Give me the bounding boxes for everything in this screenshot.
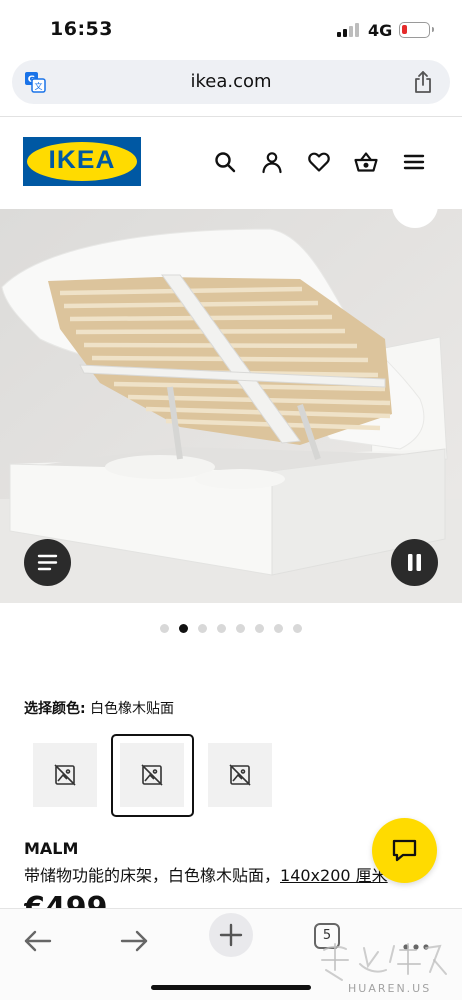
color-swatch-selected[interactable] (120, 743, 184, 807)
carousel-dot-active[interactable] (179, 624, 188, 633)
plus-icon (219, 923, 243, 947)
color-label-prefix: 选择颜色: (24, 701, 86, 717)
image-unavailable-icon (141, 764, 163, 786)
carousel-dot[interactable] (255, 624, 264, 633)
heart-icon[interactable] (307, 150, 331, 174)
search-icon[interactable] (213, 150, 237, 174)
carousel-dot[interactable] (236, 624, 245, 633)
url-text[interactable]: ikea.com (12, 71, 450, 92)
chat-icon (392, 839, 417, 862)
home-indicator (151, 985, 311, 990)
carousel-dot[interactable] (198, 624, 207, 633)
list-icon (37, 554, 58, 571)
profile-icon[interactable] (260, 150, 284, 174)
basket-icon[interactable] (354, 150, 378, 174)
product-description-text: 带储物功能的床架，白色橡木贴面， (24, 866, 281, 885)
pause-icon (408, 554, 421, 571)
carousel-dot[interactable] (160, 624, 169, 633)
color-swatch[interactable] (33, 743, 97, 807)
address-bar[interactable]: G 文 ikea.com (12, 60, 450, 104)
color-selector-label: 选择颜色: 白色橡木贴面 (24, 698, 174, 718)
carousel-dot[interactable] (293, 624, 302, 633)
carousel-dot[interactable] (217, 624, 226, 633)
color-value: 白色橡木贴面 (90, 701, 175, 717)
battery-icon (399, 22, 434, 38)
status-bar: 16:53 4G (0, 0, 462, 58)
product-name: MALM (24, 839, 79, 858)
network-label: 4G (368, 21, 393, 40)
ikea-logo[interactable]: IKEA (23, 137, 141, 186)
product-description: 带储物功能的床架，白色橡木贴面，140x200 厘米 (24, 862, 388, 886)
share-icon[interactable] (412, 70, 434, 94)
site-header: IKEA (0, 117, 462, 209)
gallery-menu-button[interactable] (24, 539, 71, 586)
pause-button[interactable] (391, 539, 438, 586)
product-image-carousel[interactable] (0, 209, 462, 603)
new-tab-button[interactable] (209, 913, 253, 957)
image-unavailable-icon (229, 764, 251, 786)
menu-icon[interactable] (402, 150, 426, 174)
carousel-dots[interactable] (0, 624, 462, 634)
chat-button[interactable] (372, 818, 437, 883)
forward-arrow-icon[interactable] (114, 921, 154, 961)
carousel-dot[interactable] (274, 624, 283, 633)
signal-icon (337, 23, 361, 37)
back-arrow-icon[interactable] (18, 921, 58, 961)
watermark-text: HUAREN.US (348, 982, 432, 995)
color-swatch[interactable] (208, 743, 272, 807)
product-size-link[interactable]: 140x200 厘米 (280, 866, 388, 885)
image-unavailable-icon (54, 764, 76, 786)
status-time: 16:53 (50, 18, 113, 40)
